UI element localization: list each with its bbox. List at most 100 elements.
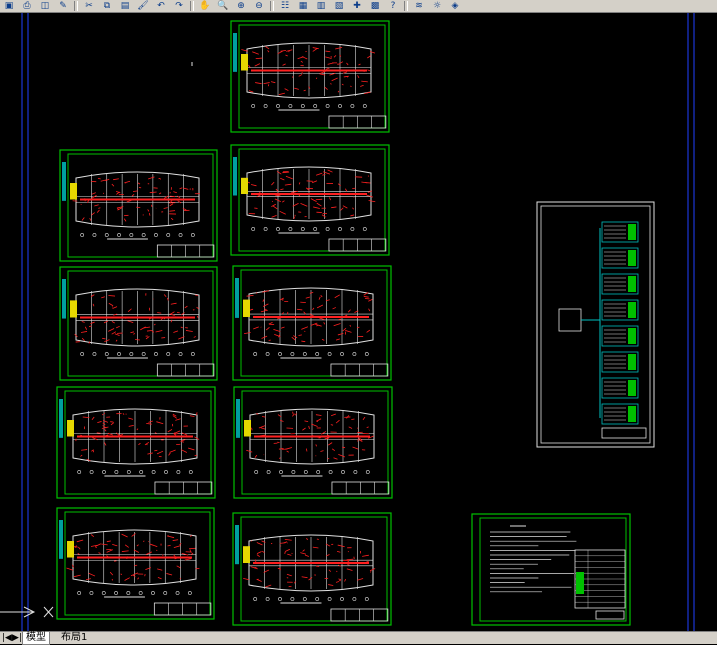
- wiring-segment: [337, 551, 340, 552]
- wiring-segment: [342, 84, 343, 85]
- wiring-segment: [185, 559, 191, 560]
- wiring-segment: [345, 330, 351, 332]
- sheet-inner-frame: [241, 517, 387, 621]
- wiring-segment: [133, 575, 135, 577]
- wiring-segment: [316, 415, 322, 416]
- layer-color-icon[interactable]: ◈: [446, 1, 464, 12]
- plot-preview-icon[interactable]: ◫: [36, 1, 54, 12]
- drawing-sheet: [234, 387, 392, 498]
- tab-layout1[interactable]: 布局1: [58, 632, 90, 644]
- sheet-inner-frame: [68, 271, 213, 376]
- redo-icon[interactable]: ↷: [170, 1, 188, 12]
- wiring-segment: [262, 551, 264, 552]
- axis-grid-bubble: [255, 470, 258, 473]
- wiring-segment: [177, 566, 181, 568]
- wiring-segment: [309, 426, 310, 429]
- wiring-segment: [122, 534, 128, 537]
- wiring-segment: [280, 178, 284, 180]
- axis-grid-bubble: [81, 233, 84, 236]
- wiring-segment: [128, 309, 131, 312]
- wiring-segment: [139, 187, 141, 188]
- wiring-segment: [278, 568, 281, 569]
- wiring-segment: [311, 199, 317, 202]
- wiring-segment: [338, 62, 343, 65]
- wiring-segment: [112, 321, 115, 323]
- wiring-segment: [316, 419, 321, 422]
- wiring-segment: [329, 570, 331, 572]
- axis-grid-bubble: [276, 227, 279, 230]
- wiring-segment: [299, 335, 302, 336]
- markup-icon[interactable]: ✚: [348, 1, 366, 12]
- calculator-icon[interactable]: ▩: [366, 1, 384, 12]
- wiring-segment: [257, 551, 262, 553]
- wiring-segment: [93, 304, 94, 306]
- wiring-segment: [91, 535, 94, 537]
- copy-icon[interactable]: ⧉: [98, 1, 116, 12]
- sheet-set-icon[interactable]: ▧: [330, 1, 348, 12]
- wiring-segment: [309, 577, 313, 580]
- wiring-segment: [326, 68, 329, 69]
- axis-grid-bubble: [167, 233, 170, 236]
- axis-grid-bubble: [292, 470, 295, 473]
- wiring-segment: [350, 325, 351, 327]
- wiring-segment: [328, 443, 332, 445]
- sheet-outer-frame: [231, 21, 389, 132]
- tool-palettes-icon[interactable]: ▥: [312, 1, 330, 12]
- axis-grid-bubble: [314, 227, 317, 230]
- wiring-segment: [278, 51, 283, 53]
- wiring-segment: [264, 83, 270, 84]
- sheet-margin-strip: [235, 278, 239, 318]
- wiring-segment: [363, 417, 365, 420]
- zoom-previous-icon[interactable]: ⊖: [250, 1, 268, 12]
- wiring-segment: [92, 193, 96, 195]
- wiring-segment: [325, 51, 330, 52]
- wiring-segment: [148, 177, 154, 179]
- wiring-segment: [171, 303, 177, 304]
- properties-icon[interactable]: ☷: [276, 1, 294, 12]
- axis-grid-bubble: [266, 597, 269, 600]
- design-center-icon[interactable]: ▦: [294, 1, 312, 12]
- wiring-segment: [360, 85, 363, 86]
- publish-icon[interactable]: ✎: [54, 1, 72, 12]
- tab-model[interactable]: 模型: [22, 632, 50, 645]
- drawing-sheet: [57, 508, 214, 619]
- wiring-segment: [344, 76, 349, 77]
- wiring-segment: [331, 414, 336, 416]
- wiring-segment: [190, 416, 195, 417]
- pan-icon[interactable]: ✋: [196, 1, 214, 12]
- wiring-segment: [322, 174, 325, 175]
- layer-manager-icon[interactable]: ≋: [410, 1, 428, 12]
- wiring-segment: [301, 61, 303, 62]
- drawing-sheet: [233, 266, 391, 380]
- wiring-segment: [280, 189, 283, 190]
- legend-marker: [70, 183, 77, 200]
- zoom-window-icon[interactable]: ⊕: [232, 1, 250, 12]
- wiring-segment: [334, 458, 338, 459]
- wiring-segment: [138, 578, 139, 580]
- axis-grid-bubble: [127, 470, 130, 473]
- print-icon[interactable]: ⎙: [18, 1, 36, 12]
- match-properties-icon[interactable]: 🖌: [134, 1, 152, 12]
- first-tab-icon[interactable]: |◀: [2, 632, 12, 644]
- wiring-segment: [157, 313, 161, 314]
- last-tab-icon[interactable]: ▶|: [12, 632, 22, 644]
- wiring-segment: [128, 418, 133, 419]
- wiring-segment: [85, 327, 86, 330]
- wiring-segment: [147, 453, 152, 454]
- undo-icon[interactable]: ↶: [152, 1, 170, 12]
- cut-icon[interactable]: ✂: [80, 1, 98, 12]
- axis-grid-bubble: [179, 352, 182, 355]
- wiring-segment: [329, 197, 330, 200]
- wiring-segment: [328, 585, 333, 586]
- wiring-segment: [80, 455, 82, 456]
- wiring-segment: [280, 50, 286, 51]
- drawing-canvas[interactable]: [0, 13, 717, 631]
- axis-grid-bubble: [326, 227, 329, 230]
- paste-icon[interactable]: ▤: [116, 1, 134, 12]
- wiring-segment: [138, 443, 140, 445]
- zoom-realtime-icon[interactable]: 🔍: [214, 1, 232, 12]
- layer-state-icon[interactable]: ☼: [428, 1, 446, 12]
- wiring-segment: [306, 297, 310, 298]
- help-icon[interactable]: ?: [384, 1, 402, 12]
- save-icon[interactable]: ▣: [0, 1, 18, 12]
